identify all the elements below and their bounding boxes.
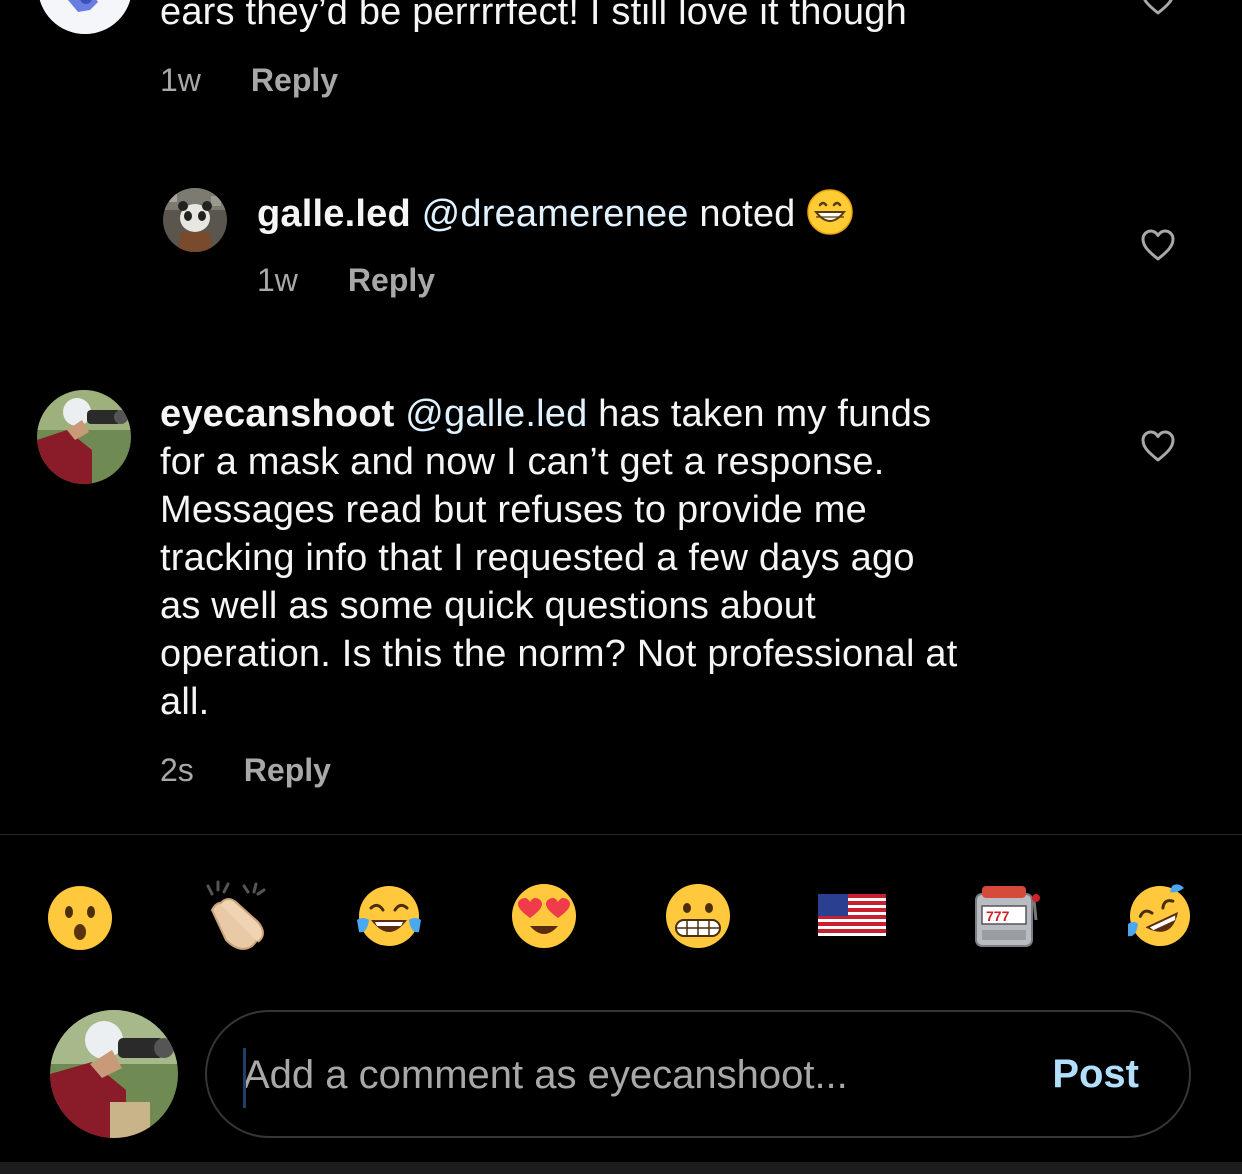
eyecan-line-3: Messages read but refuses to provide me (160, 489, 867, 531)
galle-username[interactable]: galle.led (257, 193, 411, 235)
galle-comment-meta: 1w Reply (257, 262, 435, 299)
galle-text: noted (688, 193, 807, 235)
eyecan-comment-time: 2s (160, 752, 194, 788)
eyecan-line-7: all. (160, 681, 210, 723)
comment-composer: Post (205, 1010, 1191, 1138)
grinning-face-icon (807, 189, 853, 235)
eyecan-line-4: tracking info that I requested a few day… (160, 537, 915, 579)
text-caret (243, 1048, 246, 1108)
galle-comment-time: 1w (257, 262, 298, 298)
prev-comment-meta: 1w Reply (160, 62, 338, 99)
rolling-laughing-icon[interactable] (1124, 880, 1196, 952)
divider (0, 834, 1242, 835)
clapping-hands-icon[interactable] (198, 880, 270, 952)
eyecan-line-1: eyecanshoot @galle.led has taken my fund… (160, 390, 1090, 438)
avatar-galle-led[interactable] (163, 188, 227, 252)
eyecan-line-5: as well as some quick questions about (160, 585, 816, 627)
eyecan-comment-meta: 2s Reply (160, 752, 331, 789)
prev-comment-text: ears they’d be perrrrfect! I still love … (160, 0, 907, 33)
eyecan-line1-rest: has taken my funds (587, 393, 932, 435)
post-button[interactable]: Post (1052, 1050, 1139, 1098)
heart-eyes-icon[interactable] (508, 880, 580, 952)
svg-text:777: 777 (986, 908, 1010, 924)
galle-comment-text: galle.led @dreamerenee noted (257, 188, 854, 238)
grimacing-face-icon[interactable] (662, 880, 734, 952)
prev-comment-reply-button[interactable]: Reply (251, 62, 338, 99)
eyecan-comment-reply-button[interactable]: Reply (244, 752, 331, 789)
eyecan-username[interactable]: eyecanshoot (160, 393, 395, 435)
avatar-current-user[interactable] (50, 1010, 178, 1138)
bottom-strip (0, 1162, 1242, 1174)
slot-machine-icon[interactable]: 777 (970, 880, 1042, 952)
avatar-prev-commenter[interactable] (38, 0, 132, 34)
prev-comment-heart-icon[interactable] (1140, 0, 1176, 16)
eyecan-comment-heart-icon[interactable] (1140, 429, 1176, 463)
emoji-quick-bar: 777 (0, 880, 1242, 960)
eyecan-comment-text: eyecanshoot @galle.led has taken my fund… (160, 390, 1090, 726)
galle-mention[interactable]: @dreamerenee (422, 193, 689, 235)
eyecan-mention[interactable]: @galle.led (405, 393, 587, 435)
avatar-eyecanshoot[interactable] (37, 390, 131, 484)
galle-comment-heart-icon[interactable] (1140, 228, 1176, 262)
eyecan-line-2: for a mask and now I can’t get a respons… (160, 441, 885, 483)
us-flag-icon[interactable] (816, 880, 888, 952)
hushed-face-icon[interactable] (44, 880, 116, 952)
eyecan-line-6: operation. Is this the norm? Not profess… (160, 633, 958, 675)
tears-of-joy-icon[interactable] (353, 880, 425, 952)
galle-comment-reply-button[interactable]: Reply (348, 262, 435, 299)
comment-input[interactable] (243, 1042, 1003, 1108)
prev-comment-time: 1w (160, 62, 201, 98)
